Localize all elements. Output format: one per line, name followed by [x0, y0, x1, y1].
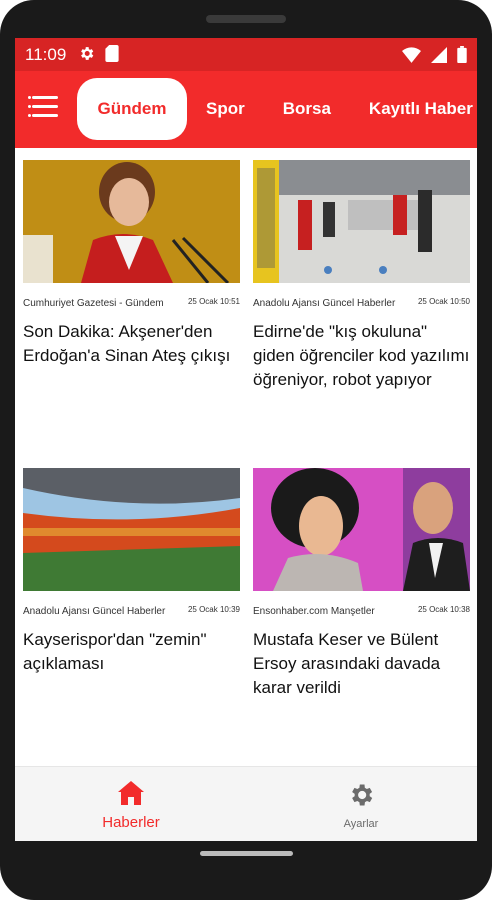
article-image — [253, 468, 470, 591]
tab-borsa[interactable]: Borsa — [264, 78, 350, 140]
status-bar: 11:09 — [15, 38, 477, 71]
article-image — [253, 160, 470, 283]
speaker — [206, 15, 286, 23]
article-title[interactable]: Edirne'de "kış okuluna" giden öğrenciler… — [253, 320, 470, 392]
status-time: 11:09 — [25, 45, 67, 64]
article-image — [23, 160, 240, 283]
app-bar: Gündem Spor Borsa Kayıtlı Haber — [15, 71, 477, 148]
home-indicator[interactable] — [200, 851, 293, 856]
home-icon — [118, 781, 144, 805]
tab-gundem[interactable]: Gündem — [77, 78, 187, 140]
news-card[interactable]: Anadolu Ajansı Güncel Haberler 25 Ocak 1… — [253, 160, 470, 392]
article-date: 25 Ocak 10:39 — [187, 605, 240, 614]
nav-ayarlar[interactable]: Ayarlar — [301, 781, 421, 830]
article-date: 25 Ocak 10:38 — [417, 605, 470, 614]
article-image — [23, 468, 240, 591]
article-date: 25 Ocak 10:51 — [187, 297, 240, 306]
news-card[interactable]: Ensonhaber.com Manşetler 25 Ocak 10:38 M… — [253, 468, 470, 700]
battery-icon — [457, 46, 467, 63]
article-source: Cumhuriyet Gazetesi - Gündem — [23, 298, 164, 309]
nav-haberler-label: Haberler — [102, 814, 160, 831]
sd-card-icon — [105, 45, 119, 62]
article-source: Anadolu Ajansı Güncel Haberler — [23, 606, 166, 617]
nav-ayarlar-label: Ayarlar — [343, 818, 379, 830]
article-source: Anadolu Ajansı Güncel Haberler — [253, 298, 396, 309]
article-title[interactable]: Mustafa Keser ve Bülent Ersoy arasındaki… — [253, 628, 470, 700]
article-date: 25 Ocak 10:50 — [417, 297, 470, 306]
screen: 11:09 Gündem Spor Borsa Kayıtlı Haber Cu… — [15, 38, 477, 841]
article-title[interactable]: Son Dakika: Akşener'den Erdoğan'a Sinan … — [23, 320, 240, 368]
nav-haberler[interactable]: Haberler — [71, 781, 191, 831]
gear-icon — [352, 784, 373, 806]
bottom-nav: Haberler Ayarlar — [15, 766, 477, 841]
article-source: Ensonhaber.com Manşetler — [253, 606, 375, 617]
news-card[interactable]: Anadolu Ajansı Güncel Haberler 25 Ocak 1… — [23, 468, 240, 676]
news-card[interactable]: Cumhuriyet Gazetesi - Gündem 25 Ocak 10:… — [23, 160, 240, 368]
tab-kayitli-haber[interactable]: Kayıtlı Haber — [350, 78, 477, 140]
tab-spor[interactable]: Spor — [187, 78, 264, 140]
category-tabs: Gündem Spor Borsa Kayıtlı Haber — [77, 77, 477, 141]
wifi-icon — [402, 46, 421, 63]
menu-icon[interactable] — [28, 96, 58, 118]
gear-icon — [81, 47, 94, 60]
phone-frame: 11:09 Gündem Spor Borsa Kayıtlı Haber Cu… — [0, 0, 492, 900]
article-title[interactable]: Kayserispor'dan "zemin" açıklaması — [23, 628, 240, 676]
signal-icon — [431, 46, 447, 63]
